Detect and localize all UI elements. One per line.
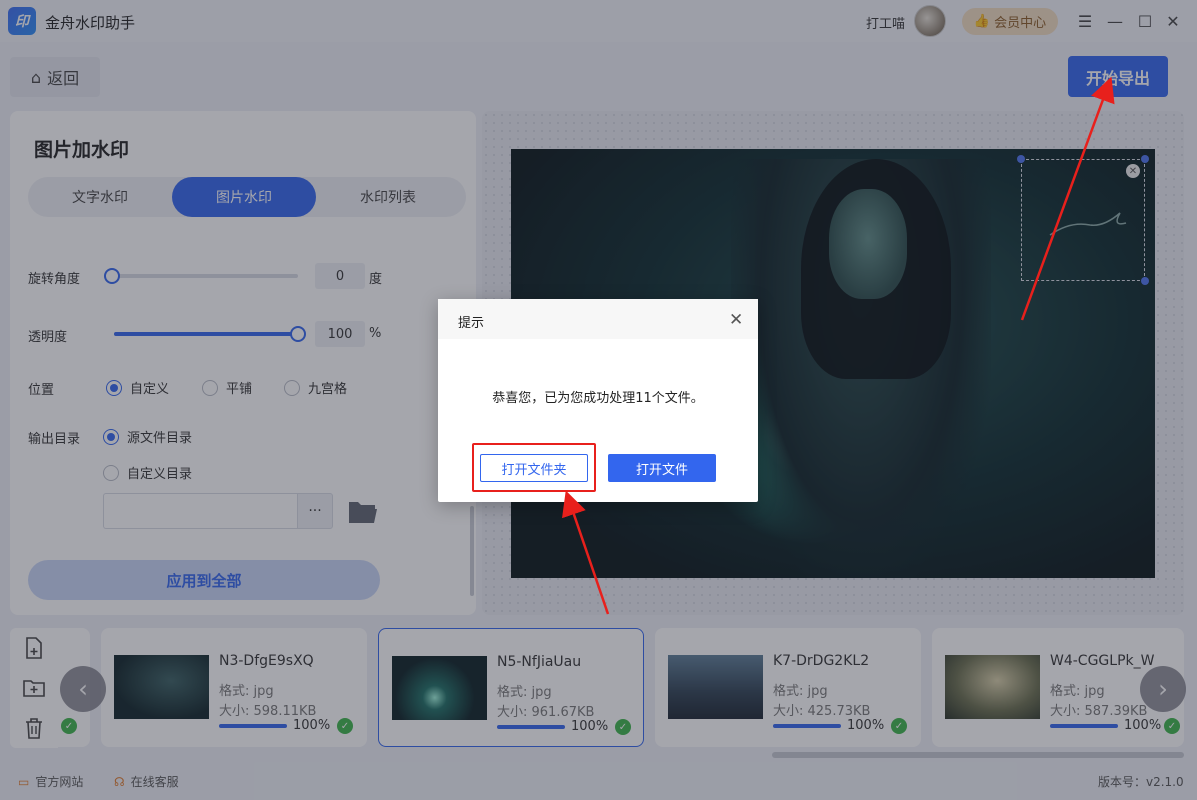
dialog-close-icon[interactable]: ✕ — [729, 310, 743, 330]
dialog-message: 恭喜您，已为您成功处理11个文件。 — [492, 391, 704, 406]
dialog-header: 提示 ✕ — [438, 299, 758, 339]
annotation-highlight-box — [472, 443, 596, 492]
dialog-title: 提示 — [458, 316, 485, 331]
open-file-button[interactable]: 打开文件 — [608, 454, 716, 482]
